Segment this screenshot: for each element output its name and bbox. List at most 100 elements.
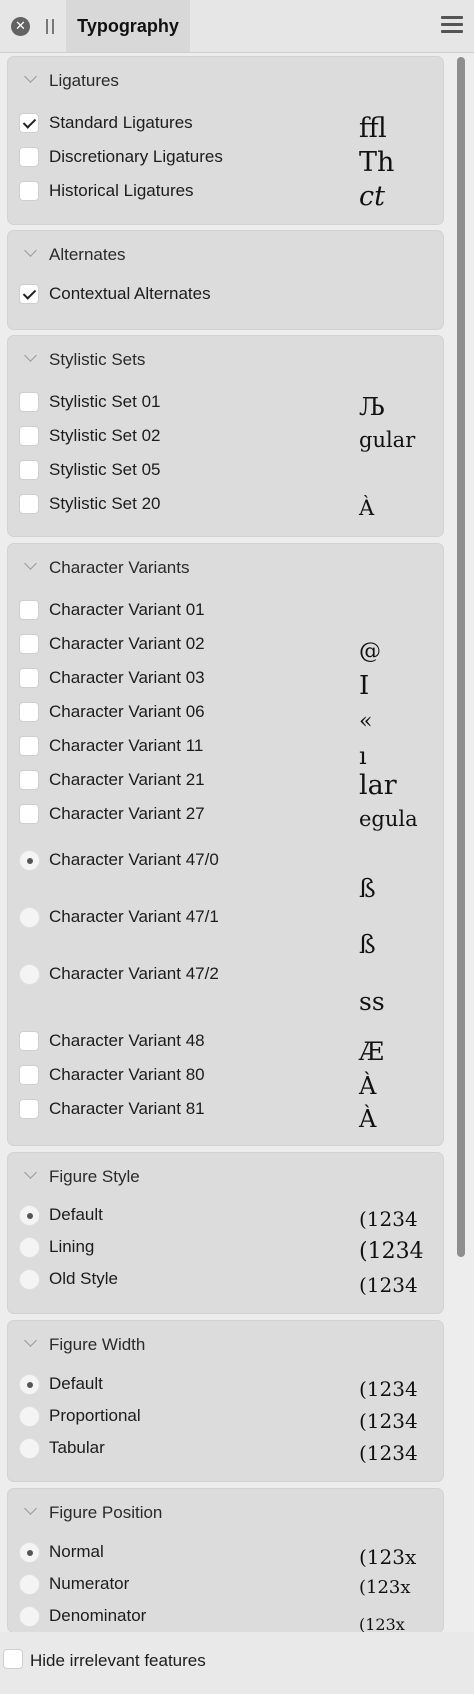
option-character-variant-06[interactable]: Character Variant 06	[19, 700, 349, 726]
option-standard-ligatures[interactable]: Standard Ligatures	[19, 111, 349, 137]
radio-button[interactable]	[19, 1374, 40, 1395]
option-character-variant-47-0[interactable]: Character Variant 47/0	[19, 848, 349, 874]
option-character-variant-01[interactable]: Character Variant 01	[19, 598, 349, 624]
radio-button[interactable]	[19, 1205, 40, 1226]
sample-glyph: lar	[359, 770, 397, 801]
option-label: Tabular	[49, 1438, 105, 1457]
checkbox[interactable]	[19, 770, 39, 790]
option-figure-style-old-style[interactable]: Old Style	[19, 1267, 349, 1293]
checkbox[interactable]	[19, 494, 39, 514]
option-character-variant-27[interactable]: Character Variant 27	[19, 802, 349, 828]
option-label: Character Variant 80	[49, 1065, 205, 1084]
section-header-ligatures[interactable]: Ligatures	[8, 57, 443, 107]
option-stylistic-set-20[interactable]: Stylistic Set 20	[19, 492, 349, 518]
radio-button[interactable]	[19, 1237, 40, 1258]
option-stylistic-set-01[interactable]: Stylistic Set 01	[19, 390, 349, 416]
section-header-figure-style[interactable]: Figure Style	[8, 1153, 443, 1203]
section-header-character-variants[interactable]: Character Variants	[8, 544, 443, 594]
section-title: Figure Style	[49, 1167, 140, 1186]
radio-button[interactable]	[19, 907, 40, 928]
checkbox[interactable]	[19, 181, 39, 201]
hide-irrelevant-checkbox[interactable]	[3, 1649, 23, 1669]
option-figure-position-normal[interactable]: Normal	[19, 1540, 349, 1566]
checkbox[interactable]	[19, 1065, 39, 1085]
radio-button[interactable]	[19, 1574, 40, 1595]
option-label: Proportional	[49, 1406, 141, 1425]
radio-button[interactable]	[19, 1438, 40, 1459]
option-label: Character Variant 27	[49, 804, 205, 823]
sample-glyph: ct	[359, 181, 385, 212]
option-label: Character Variant 06	[49, 702, 205, 721]
checkbox[interactable]	[19, 702, 39, 722]
section-header-figure-position[interactable]: Figure Position	[8, 1489, 443, 1539]
chevron-down-icon	[24, 557, 37, 570]
chevron-down-icon	[24, 349, 37, 362]
option-character-variant-11[interactable]: Character Variant 11	[19, 734, 349, 760]
radio-button[interactable]	[19, 850, 40, 871]
tab-typography[interactable]: Typography	[66, 0, 190, 52]
option-figure-style-default[interactable]: Default	[19, 1203, 349, 1229]
checkbox[interactable]	[19, 600, 39, 620]
checkbox[interactable]	[19, 668, 39, 688]
checkbox[interactable]	[19, 426, 39, 446]
radio-button[interactable]	[19, 964, 40, 985]
sample-glyph: ffl	[359, 113, 387, 144]
option-character-variant-48[interactable]: Character Variant 48	[19, 1029, 349, 1055]
section-figure-style: Figure Style Default Lining Old Style (1…	[8, 1153, 443, 1313]
sample-glyph: (1234	[359, 1207, 418, 1231]
close-icon[interactable]: ✕	[11, 17, 30, 36]
checkbox[interactable]	[19, 284, 39, 304]
checkbox[interactable]	[19, 634, 39, 654]
option-character-variant-21[interactable]: Character Variant 21	[19, 768, 349, 794]
option-character-variant-02[interactable]: Character Variant 02	[19, 632, 349, 658]
option-historical-ligatures[interactable]: Historical Ligatures	[19, 179, 349, 205]
chevron-down-icon	[24, 244, 37, 257]
option-figure-width-proportional[interactable]: Proportional	[19, 1404, 349, 1430]
option-label: Character Variant 01	[49, 600, 205, 619]
checkbox[interactable]	[19, 1031, 39, 1051]
option-figure-position-numerator[interactable]: Numerator	[19, 1572, 349, 1598]
option-label: Stylistic Set 20	[49, 494, 161, 513]
option-stylistic-set-05[interactable]: Stylistic Set 05	[19, 458, 349, 484]
option-figure-position-denominator[interactable]: Denominator	[19, 1604, 349, 1630]
option-label: Character Variant 02	[49, 634, 205, 653]
option-figure-width-tabular[interactable]: Tabular	[19, 1436, 349, 1462]
radio-button[interactable]	[19, 1406, 40, 1427]
checkbox[interactable]	[19, 113, 39, 133]
option-character-variant-03[interactable]: Character Variant 03	[19, 666, 349, 692]
section-header-stylistic-sets[interactable]: Stylistic Sets	[8, 336, 443, 386]
option-label: Discretionary Ligatures	[49, 147, 223, 166]
scrollbar[interactable]	[455, 57, 467, 1627]
sample-glyph: gular	[359, 428, 416, 452]
sample-glyph: I	[359, 671, 370, 701]
checkbox[interactable]	[19, 804, 39, 824]
checkbox[interactable]	[19, 147, 39, 167]
radio-button[interactable]	[19, 1269, 40, 1290]
option-character-variant-81[interactable]: Character Variant 81	[19, 1097, 349, 1123]
radio-button[interactable]	[19, 1606, 40, 1627]
sample-glyph: Æ	[359, 1037, 385, 1066]
radio-button[interactable]	[19, 1542, 40, 1563]
section-figure-position: Figure Position Normal Numerator Denomin…	[8, 1489, 443, 1632]
sample-glyph: (1234	[359, 1377, 418, 1401]
drag-handle-icon[interactable]	[45, 19, 55, 34]
option-character-variant-47-2[interactable]: Character Variant 47/2	[19, 962, 349, 988]
option-contextual-alternates[interactable]: Contextual Alternates	[19, 282, 349, 308]
option-label: Default	[49, 1374, 103, 1393]
option-figure-width-default[interactable]: Default	[19, 1372, 349, 1398]
checkbox[interactable]	[19, 1099, 39, 1119]
checkbox[interactable]	[19, 736, 39, 756]
scrollbar-thumb[interactable]	[457, 57, 465, 1257]
option-character-variant-47-1[interactable]: Character Variant 47/1	[19, 905, 349, 931]
section-header-alternates[interactable]: Alternates	[8, 231, 443, 281]
option-character-variant-80[interactable]: Character Variant 80	[19, 1063, 349, 1089]
option-label: Lining	[49, 1237, 95, 1256]
option-figure-style-lining[interactable]: Lining	[19, 1235, 349, 1261]
checkbox[interactable]	[19, 460, 39, 480]
hamburger-menu-icon[interactable]	[441, 16, 463, 34]
option-stylistic-set-02[interactable]: Stylistic Set 02	[19, 424, 349, 450]
section-header-figure-width[interactable]: Figure Width	[8, 1321, 443, 1371]
sample-glyph: (1234	[359, 1409, 418, 1433]
checkbox[interactable]	[19, 392, 39, 412]
option-discretionary-ligatures[interactable]: Discretionary Ligatures	[19, 145, 349, 171]
